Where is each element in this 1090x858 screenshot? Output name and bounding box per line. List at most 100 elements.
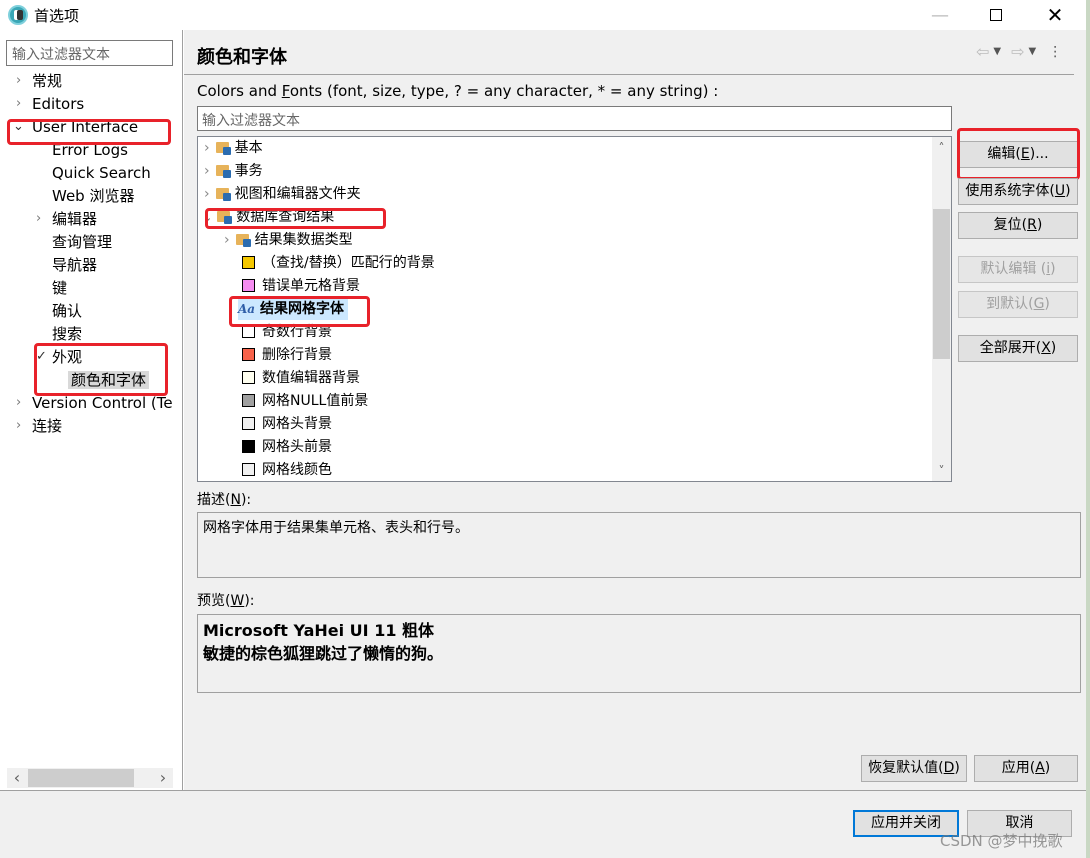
- nav-item-editors[interactable]: › Editors: [16, 93, 84, 115]
- tree-item-basic[interactable]: › 基本: [204, 137, 263, 159]
- btn-text: )...: [1029, 146, 1049, 162]
- tree-item-grid-null-fg[interactable]: 网格NULL值前景: [242, 390, 368, 412]
- nav-item-search[interactable]: 搜索: [52, 323, 82, 345]
- nav-item-keys[interactable]: 键: [52, 277, 67, 299]
- edit-button[interactable]: 编辑(E)...: [958, 141, 1078, 168]
- page-header: 颜色和字体 ⇦ ▼ ⇨ ▼ ⋮: [184, 30, 1074, 75]
- dialog-button-bar: 应用并关闭 取消: [0, 791, 1090, 858]
- chevron-right-icon[interactable]: ›: [16, 93, 28, 115]
- nav-item-web-browser[interactable]: Web 浏览器: [52, 185, 134, 207]
- tree-item-deleted-row-bg[interactable]: 删除行背景: [242, 344, 332, 366]
- tree-item-grid-line-color[interactable]: 网格线颜色: [242, 459, 332, 481]
- maximize-button[interactable]: [966, 0, 1026, 30]
- restore-defaults-button[interactable]: 恢复默认值(D): [861, 755, 967, 782]
- scroll-right-icon[interactable]: ›: [153, 768, 173, 788]
- nav-item-quick-search[interactable]: Quick Search: [52, 162, 151, 184]
- btn-text: 复位(: [993, 217, 1028, 233]
- preview-sample-text: 敏捷的棕色狐狸跳过了懒惰的狗。: [203, 644, 444, 663]
- tree-item-label: 基本: [234, 140, 263, 156]
- color-swatch-icon: [242, 256, 255, 269]
- nav-item-general[interactable]: › 常规: [16, 70, 62, 92]
- tree-item-label: 结果网格字体: [260, 301, 344, 317]
- scroll-up-icon[interactable]: ˄: [932, 139, 951, 157]
- nav-item-confirm[interactable]: 确认: [52, 300, 82, 322]
- scroll-down-icon[interactable]: ˅: [932, 462, 951, 480]
- tree-item-odd-row-bg[interactable]: 奇数行背景: [242, 321, 332, 343]
- tree-item-label: 网格线颜色: [262, 462, 332, 478]
- nav-item-editor[interactable]: › 编辑器: [36, 208, 97, 230]
- title-bar: 首选项 — ✕: [0, 0, 1090, 30]
- scrollbar-thumb[interactable]: [933, 209, 950, 359]
- chevron-right-icon[interactable]: ›: [36, 208, 48, 230]
- expand-all-button[interactable]: 全部展开(X): [958, 335, 1078, 362]
- tree-item-transactions[interactable]: › 事务: [204, 160, 263, 182]
- nav-item-user-interface[interactable]: ⌄ User Interface: [13, 116, 138, 138]
- mnemonic: D: [943, 760, 955, 776]
- scrollbar-thumb[interactable]: [28, 769, 134, 787]
- nav-item-query-manager[interactable]: 查询管理: [52, 231, 112, 253]
- label-text: Colors and: [197, 82, 282, 100]
- btn-text: ): [1036, 217, 1043, 233]
- scroll-left-icon[interactable]: ‹: [7, 768, 27, 788]
- mnemonic: X: [1041, 340, 1051, 356]
- chevron-right-icon[interactable]: ›: [16, 70, 28, 92]
- chevron-down-icon[interactable]: ✓: [36, 346, 48, 368]
- label-text: onts (font, size, type, ? = any characte…: [289, 82, 719, 100]
- chevron-right-icon[interactable]: ›: [224, 232, 230, 248]
- chevron-right-icon[interactable]: ›: [204, 186, 210, 202]
- close-button[interactable]: ✕: [1025, 0, 1085, 30]
- folder-icon: [215, 187, 231, 201]
- nav-item-appearance[interactable]: ✓ 外观: [36, 346, 82, 368]
- forward-arrow-icon[interactable]: ⇨: [1011, 42, 1024, 61]
- mnemonic: F: [281, 82, 290, 100]
- tree-item-label: 网格头前景: [262, 439, 332, 455]
- tree-vertical-scrollbar[interactable]: ˄ ˅: [932, 137, 951, 481]
- nav-item-label: Editors: [32, 95, 85, 113]
- nav-item-error-logs[interactable]: Error Logs: [52, 139, 128, 161]
- nav-filter-input[interactable]: 输入过滤器文本: [6, 40, 173, 66]
- more-options-icon[interactable]: ⋮: [1048, 44, 1062, 60]
- tree-item-result-grid-font[interactable]: Aa 结果网格字体: [238, 298, 348, 320]
- nav-item-label: 外观: [52, 348, 83, 366]
- back-dropdown-icon[interactable]: ▼: [993, 46, 1001, 57]
- nav-horizontal-scrollbar[interactable]: ‹ ›: [7, 768, 173, 788]
- description-text: 网格字体用于结果集单元格、表头和行号。: [203, 520, 469, 536]
- minimize-button[interactable]: —: [910, 0, 970, 30]
- reset-button[interactable]: 复位(R): [958, 212, 1078, 239]
- tree-item-grid-header-bg[interactable]: 网格头背景: [242, 413, 332, 435]
- preview-label: 预览(W):: [197, 590, 255, 610]
- tree-item-views-editors-folder[interactable]: › 视图和编辑器文件夹: [204, 183, 361, 205]
- back-arrow-icon[interactable]: ⇦: [976, 42, 989, 61]
- edit-default-button[interactable]: 默认编辑 (i): [958, 256, 1078, 283]
- tree-item-db-query-results[interactable]: ⌄ 数据库查询结果: [203, 206, 334, 228]
- tree-item-label: 奇数行背景: [262, 324, 332, 340]
- chevron-down-icon[interactable]: ⌄: [203, 211, 212, 224]
- tree-item-resultset-datatypes[interactable]: › 结果集数据类型: [224, 229, 353, 251]
- chevron-right-icon[interactable]: ›: [16, 415, 28, 437]
- apply-button[interactable]: 应用(A): [974, 755, 1078, 782]
- forward-dropdown-icon[interactable]: ▼: [1029, 46, 1037, 57]
- minimize-icon: —: [931, 4, 949, 26]
- btn-text: ): [1044, 296, 1050, 312]
- nav-item-colors-and-fonts[interactable]: 颜色和字体: [68, 369, 150, 391]
- nav-item-navigator[interactable]: 导航器: [52, 254, 97, 276]
- nav-item-connections[interactable]: › 连接: [16, 415, 62, 437]
- chevron-right-icon[interactable]: ›: [204, 163, 210, 179]
- use-system-font-button[interactable]: 使用系统字体(U): [958, 178, 1078, 205]
- label-text: ):: [240, 492, 252, 508]
- tree-item-find-match-bg[interactable]: （查找/替换）匹配行的背景: [242, 252, 435, 274]
- tree-item-grid-header-fg[interactable]: 网格头前景: [242, 436, 332, 458]
- btn-text: 恢复默认值(: [868, 760, 944, 776]
- chevron-down-icon[interactable]: ⌄: [13, 116, 25, 138]
- go-to-default-button[interactable]: 到默认(G): [958, 291, 1078, 318]
- colors-fonts-filter-label: Colors and Fonts (font, size, type, ? = …: [197, 82, 718, 100]
- chevron-right-icon[interactable]: ›: [16, 392, 28, 414]
- colors-fonts-tree: › 基本 › 事务 › 视图和编辑器文件夹 ⌄ 数据库查询结果 › 结果集数据类型 （查找…: [197, 136, 952, 482]
- colors-fonts-filter-input[interactable]: 输入过滤器文本: [197, 106, 952, 131]
- watermark: CSDN @梦中挽歌: [940, 832, 1063, 850]
- tree-item-value-editor-bg[interactable]: 数值编辑器背景: [242, 367, 360, 389]
- nav-item-label: 查询管理: [52, 233, 113, 251]
- chevron-right-icon[interactable]: ›: [204, 140, 210, 156]
- tree-item-error-cell-bg[interactable]: 错误单元格背景: [242, 275, 360, 297]
- nav-item-version-control[interactable]: › Version Control (Te: [16, 392, 173, 414]
